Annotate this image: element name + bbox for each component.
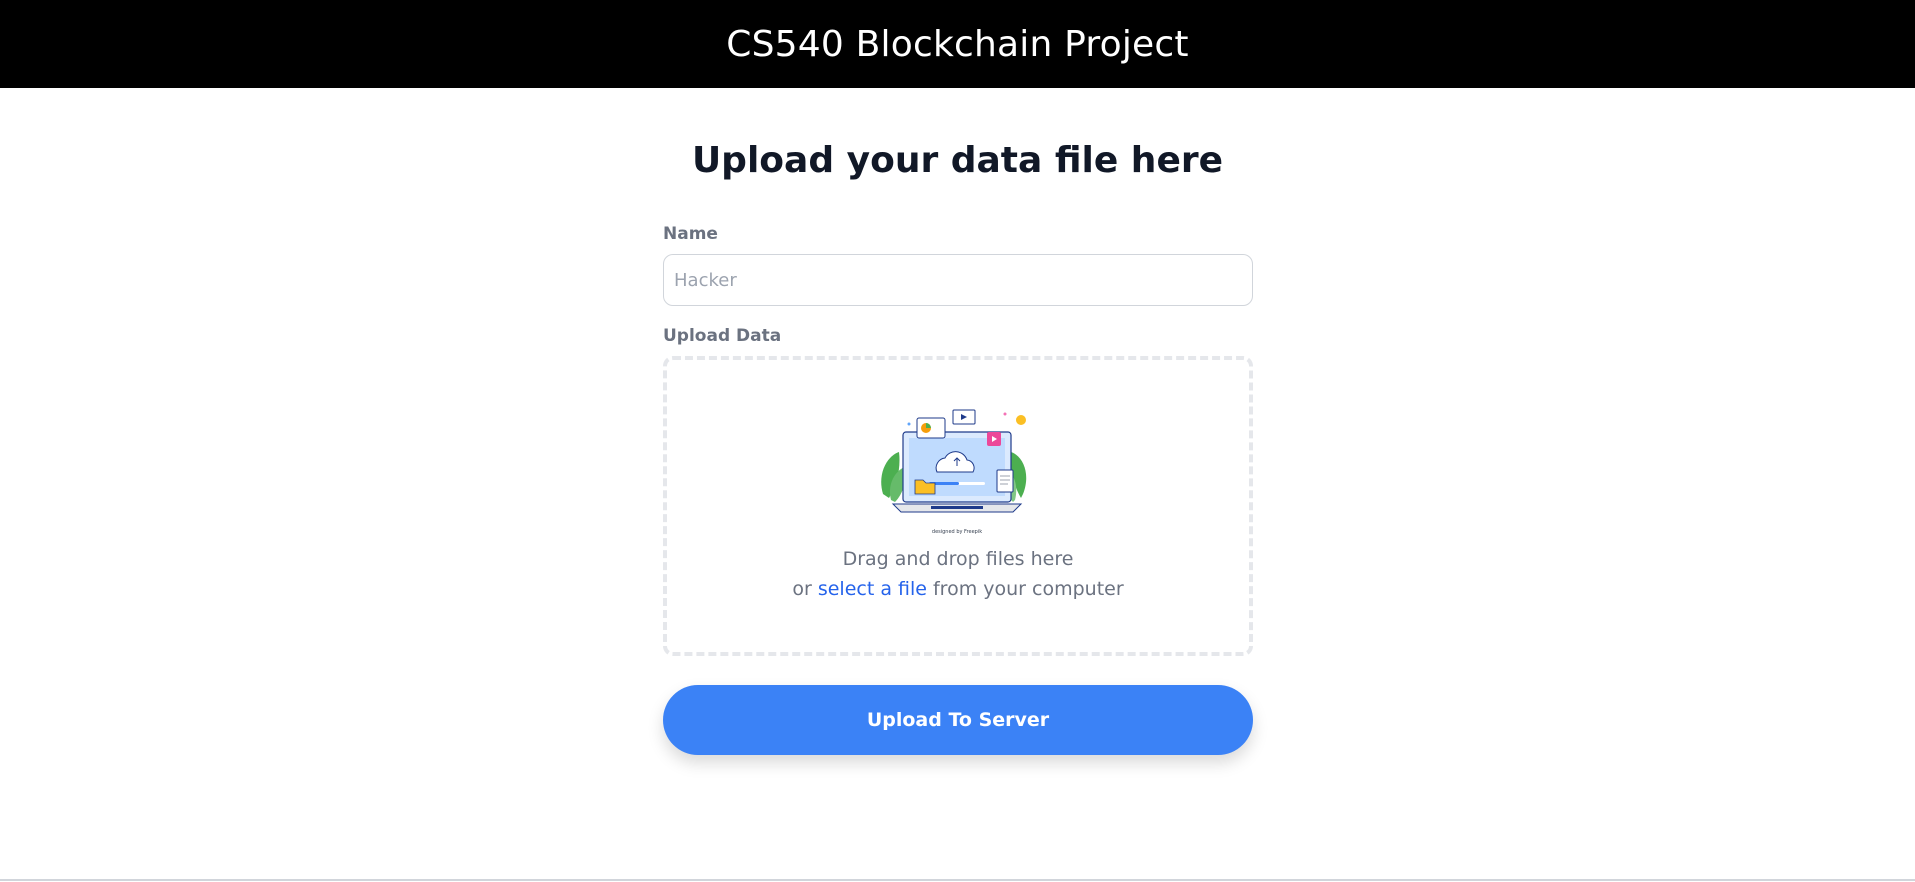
top-header: CS540 Blockchain Project bbox=[0, 0, 1915, 88]
name-label: Name bbox=[663, 224, 718, 244]
name-input[interactable] bbox=[663, 254, 1253, 306]
page-bottom-divider bbox=[0, 879, 1915, 881]
main-content: Upload your data file here Name Upload D… bbox=[0, 88, 1915, 880]
select-file-link[interactable]: select a file bbox=[818, 578, 927, 600]
page-heading: Upload your data file here bbox=[691, 140, 1224, 181]
select-file-line: or select a file from your computer bbox=[667, 578, 1249, 600]
app-title: CS540 Blockchain Project bbox=[726, 23, 1189, 65]
from-computer-text: from your computer bbox=[926, 578, 1124, 600]
illustration-credit: designed by Freepik bbox=[932, 529, 982, 535]
cloud-upload-illustration-icon: designed by Freepik bbox=[881, 409, 1027, 535]
drag-drop-text: Drag and drop files here bbox=[842, 548, 1074, 570]
upload-to-server-button[interactable]: Upload To Server bbox=[663, 685, 1253, 755]
upload-data-label: Upload Data bbox=[663, 326, 782, 346]
file-dropzone[interactable]: designed by Freepik Drag and drop files … bbox=[663, 356, 1253, 656]
or-text: or bbox=[792, 578, 818, 600]
upload-form: Name Upload Data bbox=[663, 224, 1253, 656]
